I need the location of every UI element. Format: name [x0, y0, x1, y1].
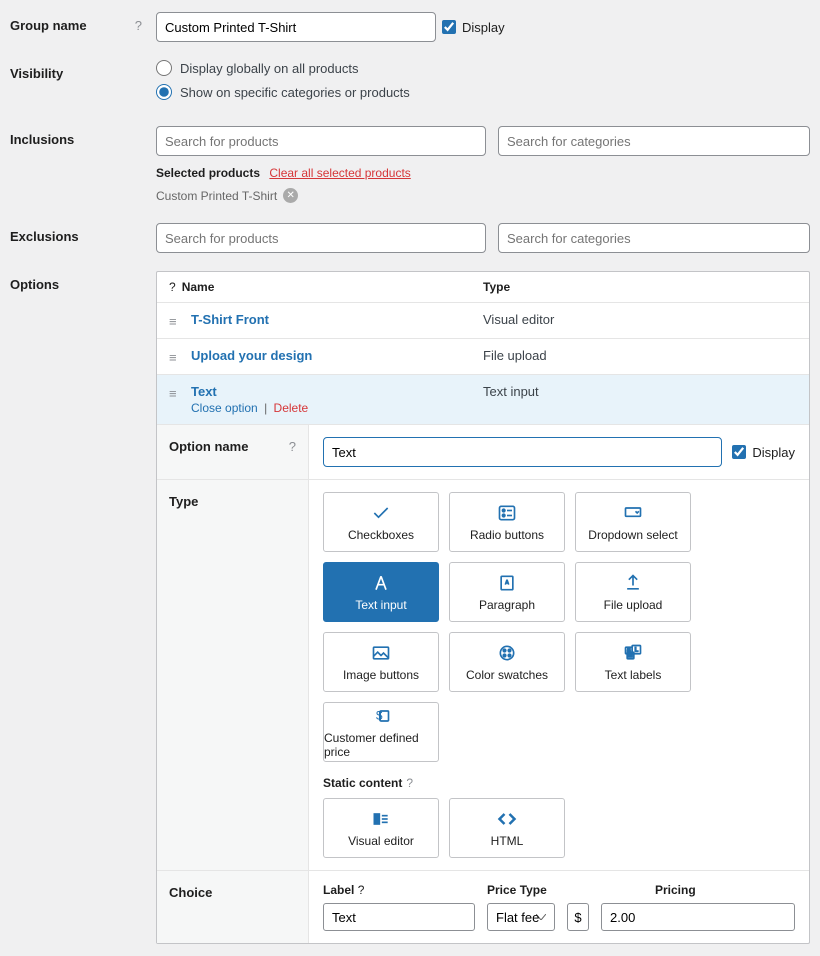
selected-products-label: Selected products — [156, 166, 260, 180]
exclusions-categories-input[interactable] — [498, 223, 810, 253]
drag-handle-icon[interactable]: ≡ — [169, 384, 191, 401]
inclusions-categories-input[interactable] — [498, 126, 810, 156]
inclusions-label: Inclusions — [10, 132, 74, 147]
exclusions-label: Exclusions — [10, 229, 79, 244]
visibility-label: Visibility — [10, 66, 63, 81]
tile-file-upload[interactable]: File upload — [575, 562, 691, 622]
tile-radio[interactable]: Radio buttons — [449, 492, 565, 552]
options-label: Options — [10, 277, 59, 292]
option-display-checkbox[interactable] — [732, 445, 746, 459]
tile-paragraph[interactable]: Paragraph — [449, 562, 565, 622]
svg-text:M: M — [628, 653, 632, 659]
option-name-input[interactable] — [323, 437, 722, 467]
option-name-label: Option name — [169, 439, 248, 454]
option-row[interactable]: ≡ Upload your design File upload — [157, 339, 809, 375]
tile-dropdown[interactable]: Dropdown select — [575, 492, 691, 552]
choice-label: Choice — [169, 885, 212, 900]
group-name-label: Group name — [10, 18, 87, 33]
close-option-link[interactable]: Close option — [191, 401, 258, 415]
option-row[interactable]: ≡ T-Shirt Front Visual editor — [157, 303, 809, 339]
tile-html[interactable]: HTML — [449, 798, 565, 858]
inclusions-products-input[interactable] — [156, 126, 486, 156]
tile-visual-editor[interactable]: Visual editor — [323, 798, 439, 858]
type-label: Type — [169, 494, 198, 509]
svg-text:L: L — [635, 647, 639, 653]
help-icon[interactable]: ? — [169, 280, 176, 294]
tile-text-labels[interactable]: SLM Text labels — [575, 632, 691, 692]
help-icon[interactable]: ? — [289, 439, 296, 454]
tile-checkboxes[interactable]: Checkboxes — [323, 492, 439, 552]
selected-tag: Custom Printed T-Shirt ✕ — [156, 188, 298, 203]
static-content-label: Static content — [323, 776, 402, 790]
option-row-active[interactable]: ≡ Text Close option | Delete Text input — [157, 375, 809, 425]
delete-option-link[interactable]: Delete — [274, 401, 309, 415]
help-icon[interactable]: ? — [135, 18, 142, 33]
display-checkbox[interactable] — [442, 20, 456, 34]
options-box: ?Name Type ≡ T-Shirt Front Visual editor… — [156, 271, 810, 944]
display-label: Display — [462, 20, 505, 35]
exclusions-products-input[interactable] — [156, 223, 486, 253]
remove-tag-icon[interactable]: ✕ — [283, 188, 298, 203]
help-icon[interactable]: ? — [358, 883, 365, 897]
currency-symbol — [567, 903, 589, 931]
choice-pricing-input[interactable] — [601, 903, 795, 931]
tile-text-input[interactable]: Text input — [323, 562, 439, 622]
group-name-input[interactable] — [156, 12, 436, 42]
help-icon[interactable]: ? — [406, 776, 413, 790]
choice-label-input[interactable] — [323, 903, 475, 931]
drag-handle-icon[interactable]: ≡ — [169, 348, 191, 365]
choice-pricetype-select[interactable]: Flat fee — [487, 903, 555, 931]
tile-color-swatches[interactable]: Color swatches — [449, 632, 565, 692]
drag-handle-icon[interactable]: ≡ — [169, 312, 191, 329]
visibility-global[interactable]: Display globally on all products — [156, 60, 810, 76]
tile-image-buttons[interactable]: Image buttons — [323, 632, 439, 692]
visibility-specific[interactable]: Show on specific categories or products — [156, 84, 810, 100]
tile-customer-price[interactable]: $ Customer defined price — [323, 702, 439, 762]
clear-selected-link[interactable]: Clear all selected products — [269, 166, 410, 180]
